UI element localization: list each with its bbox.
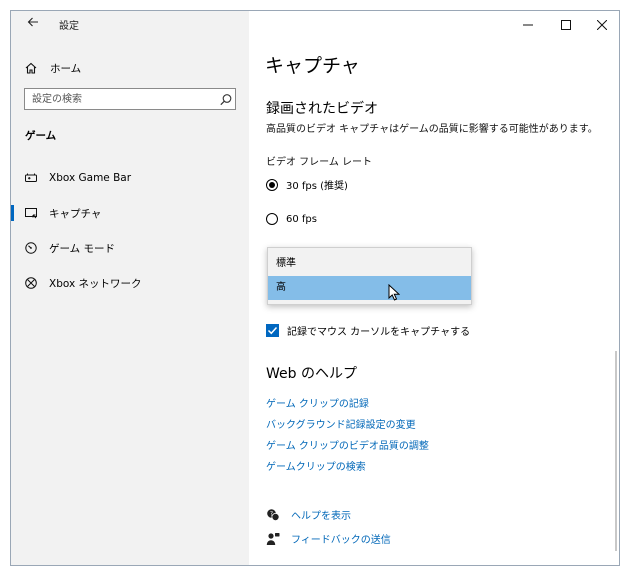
mouse-cursor-checkbox[interactable]: 記録でマウス カーソルをキャプチャする — [266, 323, 470, 338]
scrollbar[interactable] — [615, 351, 617, 551]
radio-label: 30 fps (推奨) — [286, 181, 348, 192]
radio-dot — [269, 181, 275, 188]
close-button[interactable] — [587, 13, 617, 35]
get-help-row[interactable]: ? ヘルプを表示 — [266, 507, 351, 522]
give-feedback-link[interactable]: フィードバックの送信 — [291, 531, 391, 546]
radio-60fps[interactable]: 60 fps — [266, 213, 317, 225]
back-arrow-icon[interactable] — [23, 14, 43, 34]
sidebar-item-xbox-network[interactable]: Xbox ネットワーク — [11, 270, 249, 296]
home-icon — [23, 60, 39, 76]
sidebar-item-home[interactable]: ホーム — [21, 56, 241, 80]
maximize-icon — [561, 15, 571, 34]
search-input[interactable] — [24, 88, 236, 110]
checkbox-checked[interactable] — [266, 324, 279, 337]
sidebar-item-label: キャプチャ — [49, 207, 102, 220]
sidebar-item-game-mode[interactable]: ゲーム モード — [11, 235, 249, 261]
xbox-network-icon — [23, 275, 39, 291]
sidebar-item-label: ホーム — [50, 62, 82, 75]
xbox-game-bar-icon — [23, 170, 39, 186]
sidebar-section-heading: ゲーム — [25, 130, 57, 142]
help-chat-icon: ? — [266, 508, 280, 522]
radio-label: 60 fps — [286, 213, 317, 225]
section-title-recorded-video: 録画されたビデオ — [266, 101, 378, 117]
sidebar-item-label: Xbox Game Bar — [49, 172, 132, 184]
content-pane: キャプチャ 録画されたビデオ 高品質のビデオ キャプチャはゲームの品質に影響する… — [249, 11, 619, 565]
radio-circle[interactable] — [266, 178, 278, 191]
get-help-link[interactable]: ヘルプを表示 — [291, 507, 351, 522]
dropdown-option-high[interactable]: 高 — [268, 276, 471, 300]
svg-text:?: ? — [270, 510, 273, 517]
game-mode-icon — [23, 240, 39, 256]
sidebar-item-xbox-game-bar[interactable]: Xbox Game Bar — [11, 165, 249, 191]
web-help-title: Web のヘルプ — [266, 366, 357, 382]
title-bar: 設定 — [11, 11, 249, 39]
frame-rate-label: ビデオ フレーム レート — [266, 157, 373, 168]
sidebar: 設定 ホーム ゲーム Xbox Game Bar キャプチャ — [11, 11, 249, 565]
help-link-video-quality[interactable]: ゲーム クリップのビデオ品質の調整 — [266, 437, 429, 452]
feedback-row[interactable]: フィードバックの送信 — [266, 531, 391, 546]
dropdown-option-standard[interactable]: 標準 — [268, 252, 471, 276]
help-link-record-clip[interactable]: ゲーム クリップの記録 — [266, 395, 369, 410]
mouse-pointer-icon — [388, 283, 401, 302]
minimize-button[interactable] — [513, 13, 543, 35]
checkbox-label: 記録でマウス カーソルをキャプチャする — [287, 327, 471, 338]
sidebar-item-capture[interactable]: キャプチャ — [11, 200, 249, 226]
settings-window: 設定 ホーム ゲーム Xbox Game Bar キャプチャ — [10, 10, 620, 566]
radio-circle[interactable] — [266, 213, 278, 225]
sidebar-item-label: ゲーム モード — [49, 242, 116, 255]
video-quality-dropdown-list: 標準 高 — [267, 247, 472, 305]
help-link-find-clips[interactable]: ゲームクリップの検索 — [266, 458, 366, 473]
sidebar-item-label: Xbox ネットワーク — [49, 277, 142, 290]
minimize-icon — [523, 15, 533, 34]
feedback-person-icon — [266, 532, 280, 546]
capture-icon — [23, 205, 39, 221]
help-link-background-recording[interactable]: バックグラウンド記録設定の変更 — [266, 416, 416, 431]
section-description: 高品質のビデオ キャプチャはゲームの品質に影響する可能性があります。 — [266, 124, 598, 135]
page-title: キャプチャ — [265, 55, 360, 77]
app-title: 設定 — [59, 21, 79, 32]
maximize-button[interactable] — [551, 13, 581, 35]
close-icon — [596, 15, 608, 34]
radio-30fps[interactable]: 30 fps (推奨) — [266, 177, 348, 192]
search-icon[interactable] — [219, 92, 233, 106]
selection-indicator — [11, 205, 14, 221]
